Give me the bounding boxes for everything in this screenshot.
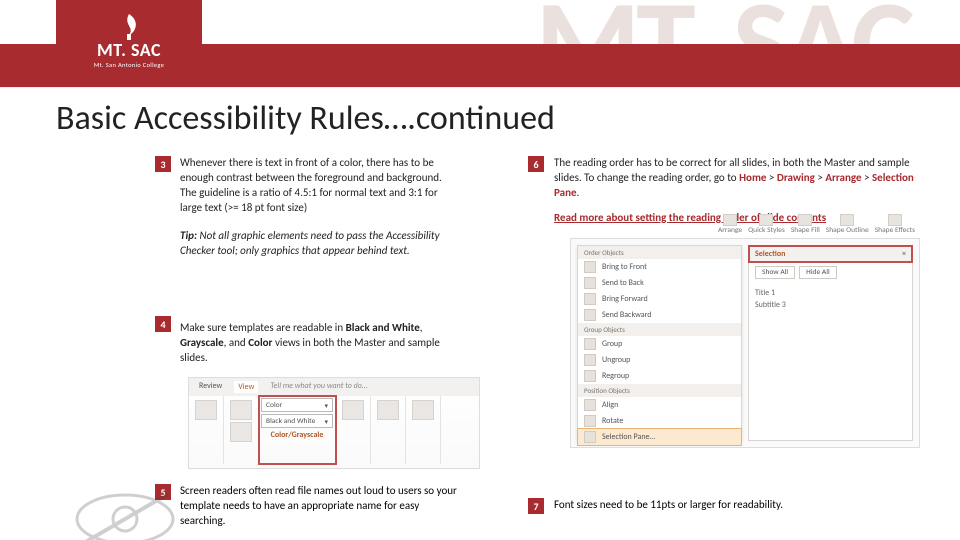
- page-title: Basic Accessibility Rules….continued: [56, 98, 555, 139]
- menu-item-bring-forward: Bring Forward: [578, 291, 741, 307]
- drawing-toolbar: Arrange Quick Styles Shape Fill Shape Ou…: [718, 213, 915, 235]
- ribbon-icon: [230, 400, 252, 420]
- rule-4-text: Make sure templates are readable in Blac…: [180, 321, 460, 366]
- menu-header: Position Objects: [578, 384, 741, 397]
- shape-fill-icon: [798, 214, 812, 226]
- logo-chip: MT. SAC Mt. San Antonio College: [56, 0, 202, 82]
- tab-view: View: [234, 381, 258, 393]
- menu-item-ungroup: Ungroup: [578, 352, 741, 368]
- rule-badge-6: 6: [528, 156, 544, 172]
- ribbon-icon: [377, 400, 399, 420]
- arrange-selection-screenshot: Arrange Quick Styles Shape Fill Shape Ou…: [570, 238, 920, 448]
- menu-header: Order Objects: [578, 246, 741, 259]
- view-ribbon-screenshot: Review View Tell me what you want to do……: [188, 377, 480, 469]
- rule-badge-3: 3: [155, 156, 171, 172]
- selection-pane: Selection × Show All Hide All Title 1 Sub…: [748, 245, 913, 441]
- menu-item-send-to-back: Send to Back: [578, 275, 741, 291]
- rule-badge-7: 7: [528, 498, 544, 514]
- shape-effects-icon: [888, 214, 902, 226]
- shape-outline-icon: [840, 214, 854, 226]
- accessibility-eye-icon: [70, 484, 180, 540]
- show-all-button: Show All: [755, 266, 795, 279]
- selection-item: Title 1: [755, 287, 906, 299]
- color-grayscale-group: Color Black and White Color/Grayscale: [259, 396, 336, 464]
- ribbon-icon: [195, 400, 217, 420]
- quick-styles-icon: [759, 214, 773, 226]
- rule-3-tip: Tip: Not all graphic elements need to pa…: [180, 229, 460, 259]
- hide-all-button: Hide All: [799, 266, 837, 279]
- selection-pane-caption: Selection: [755, 249, 785, 259]
- arrange-dropdown: Order Objects Bring to Front Send to Bac…: [577, 245, 742, 441]
- logo-subtext: Mt. San Antonio College: [94, 61, 165, 69]
- color-dropdown: Color: [261, 398, 333, 412]
- rule-6-text: The reading order has to be correct for …: [554, 156, 914, 201]
- menu-item-send-backward: Send Backward: [578, 307, 741, 323]
- tab-review: Review: [199, 381, 222, 393]
- ribbon-icon: [342, 400, 364, 420]
- header: MT. SAC Mt. San Antonio College: [0, 0, 960, 90]
- logo-text: MT. SAC: [94, 39, 165, 61]
- menu-item-bring-to-front: Bring to Front: [578, 259, 741, 275]
- menu-item-rotate: Rotate: [578, 413, 741, 429]
- arrange-icon: [723, 214, 737, 226]
- menu-item-regroup: Regroup: [578, 368, 741, 384]
- selection-item: Subtitle 3: [755, 299, 906, 311]
- menu-item-group: Group: [578, 336, 741, 352]
- group-label: Color/Grayscale: [271, 430, 324, 440]
- menu-item-align: Align: [578, 397, 741, 413]
- left-column: Whenever there is text in front of a col…: [180, 156, 460, 366]
- rule-badge-4: 4: [155, 316, 171, 332]
- ribbon-icon: [230, 422, 252, 442]
- bw-dropdown: Black and White: [261, 414, 333, 428]
- menu-item-selection-pane: Selection Pane…: [578, 429, 741, 445]
- ribbon-icon: [412, 400, 434, 420]
- close-icon: ×: [902, 249, 906, 259]
- rule-3-text: Whenever there is text in front of a col…: [180, 156, 460, 215]
- flame-icon: [116, 13, 142, 41]
- tell-me-box: Tell me what you want to do…: [270, 381, 367, 393]
- rule-5-text: Screen readers often read file names out…: [180, 484, 460, 529]
- menu-header: Group Objects: [578, 323, 741, 336]
- rule-7-text: Font sizes need to be 11pts or larger fo…: [554, 498, 914, 511]
